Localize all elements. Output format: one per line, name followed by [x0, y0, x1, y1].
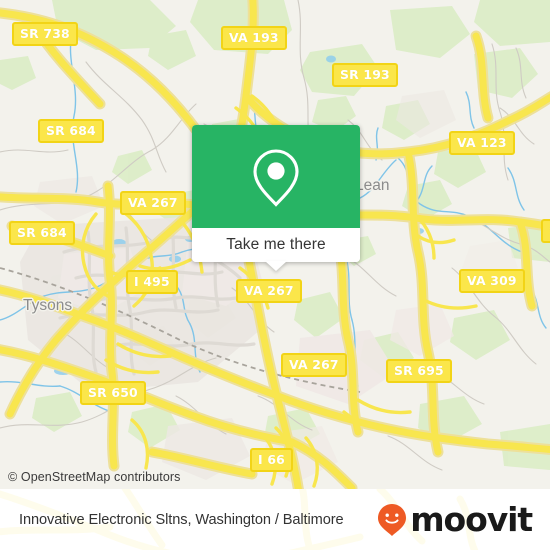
map-canvas[interactable]: Lean Tysons SR 738 VA 193 SR 193 SR 684 … — [0, 0, 550, 489]
info-card-pointer — [265, 261, 287, 271]
road-shield-sr-193[interactable]: SR 193 — [332, 63, 398, 88]
moovit-wordmark: moovit — [410, 500, 533, 539]
road-shield-i-495[interactable]: I 495 — [126, 270, 178, 295]
place-label-mclean: Lean — [355, 177, 390, 194]
road-shield-sr-684-north[interactable]: SR 684 — [38, 119, 104, 144]
road-shield-sr-684-west[interactable]: SR 684 — [9, 221, 75, 246]
road-shield-sr-738[interactable]: SR 738 — [12, 22, 78, 47]
take-me-there-button[interactable]: Take me there — [192, 228, 360, 262]
road-shield-va-267-north[interactable]: VA 267 — [120, 191, 186, 216]
road-shield-partial-right[interactable]: S — [541, 219, 550, 244]
location-title: Innovative Electronic Sltns, Washington … — [19, 511, 344, 528]
road-shield-va-267-south[interactable]: VA 267 — [281, 353, 347, 378]
moovit-logo[interactable]: moovit — [377, 500, 533, 539]
moovit-location-card: Lean Tysons SR 738 VA 193 SR 193 SR 684 … — [0, 0, 550, 550]
road-shield-sr-650[interactable]: SR 650 — [80, 381, 146, 406]
moovit-smiley-pin-icon — [378, 503, 407, 536]
road-shield-va-267-mid[interactable]: VA 267 — [236, 279, 302, 304]
road-shield-va-123[interactable]: VA 123 — [449, 131, 515, 156]
road-shield-va-309[interactable]: VA 309 — [459, 269, 525, 294]
footer-bar: Innovative Electronic Sltns, Washington … — [0, 489, 550, 550]
location-pin-icon — [253, 148, 299, 207]
take-me-there-label: Take me there — [226, 236, 326, 253]
info-card-header — [192, 125, 360, 228]
location-info-card[interactable]: Take me there — [192, 125, 360, 271]
place-label-tysons: Tysons — [23, 297, 73, 314]
openstreetmap-attribution[interactable]: © OpenStreetMap contributors — [8, 470, 181, 484]
road-shield-i-66[interactable]: I 66 — [250, 448, 293, 473]
road-shield-va-193[interactable]: VA 193 — [221, 26, 287, 51]
road-shield-sr-695[interactable]: SR 695 — [386, 359, 452, 384]
